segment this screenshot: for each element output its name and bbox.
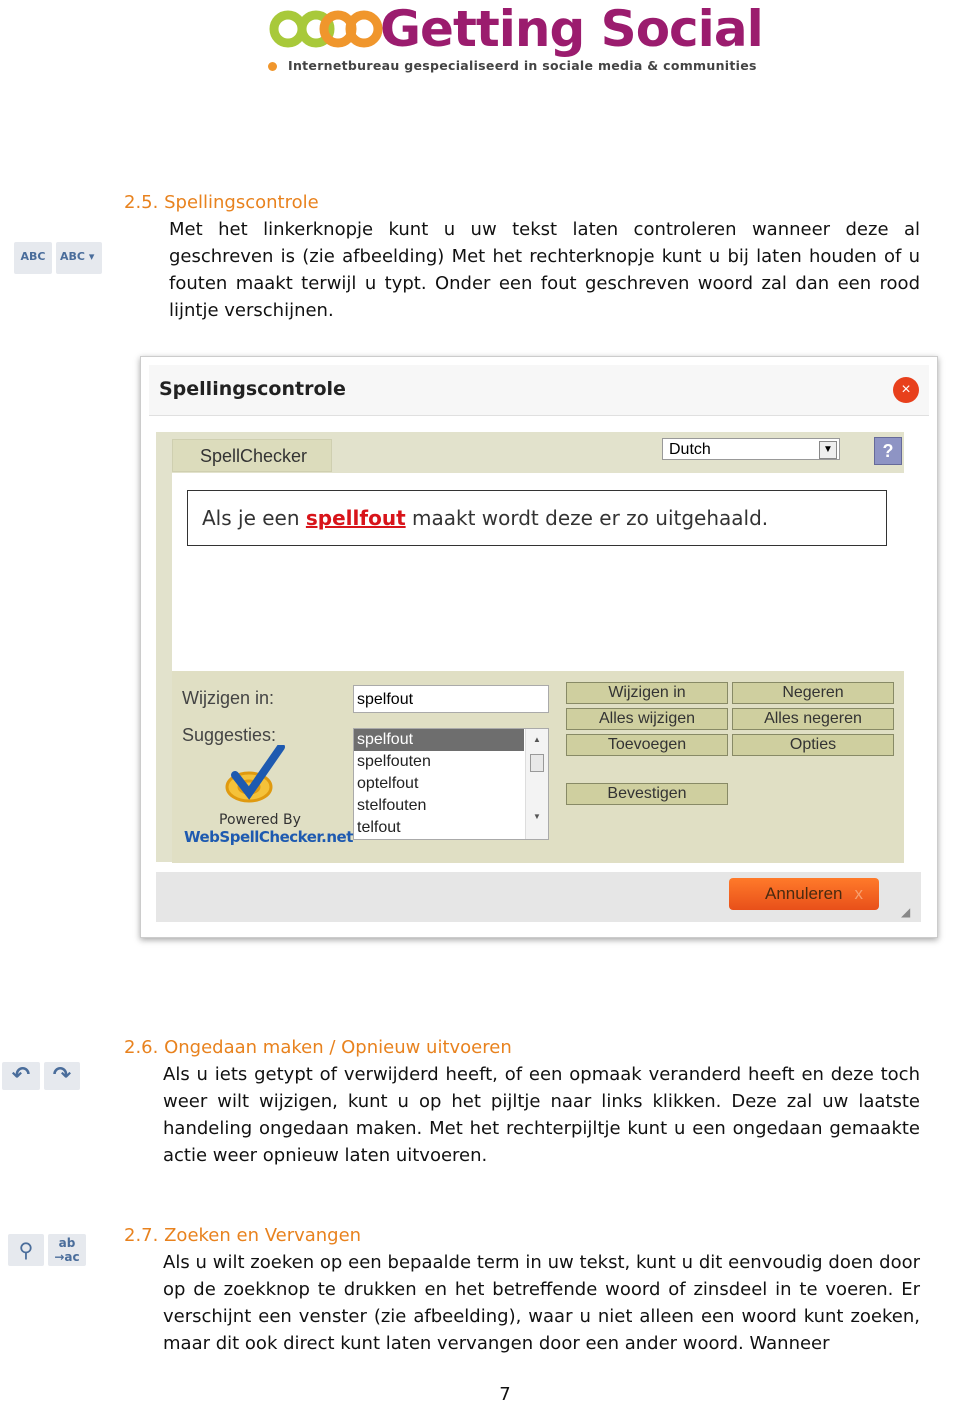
suggestion-item[interactable]: spelfout xyxy=(354,729,524,751)
ignore-button[interactable]: Negeren xyxy=(732,682,894,704)
undo-icon[interactable]: ↶ xyxy=(2,1062,40,1090)
logo-tagline: Internetbureau gespecialiseerd in social… xyxy=(288,58,757,73)
replace-icon[interactable]: ab →ac xyxy=(48,1234,86,1266)
suggestions-list[interactable]: spelfout spelfouten optelfout stelfouten tel… xyxy=(353,728,549,840)
section-number: 2.5. xyxy=(124,192,159,213)
checked-sentence: Als je een spellfout maakt wordt deze er… xyxy=(187,490,887,546)
section-title: Spellingscontrole xyxy=(164,192,319,213)
spellcheck-dropdown-icon: ABC ▾ xyxy=(56,242,102,274)
dialog-titlebar: Spellingscontrole × xyxy=(149,365,929,416)
add-button[interactable]: Toevoegen xyxy=(566,734,728,756)
suggestion-item[interactable]: stelfouten xyxy=(354,795,524,817)
redo-icon[interactable]: ↷ xyxy=(44,1062,80,1090)
spellcheck-dialog: Spellingscontrole × SpellChecker Dutch ▼ … xyxy=(140,356,938,938)
section-heading: 2.6. Ongedaan maken / Opnieuw uitvoeren xyxy=(124,1037,512,1058)
section-number: 2.6. xyxy=(124,1037,159,1058)
change-to-label: Wijzigen in: xyxy=(182,688,275,708)
change-all-button[interactable]: Alles wijzigen xyxy=(566,708,728,730)
checkmark-icon xyxy=(225,743,285,803)
tab-spellchecker[interactable]: SpellChecker xyxy=(172,439,332,472)
language-value: Dutch xyxy=(669,441,711,458)
find-icon[interactable]: ⚲ xyxy=(8,1234,44,1266)
section-number: 2.7. xyxy=(124,1225,159,1246)
scroll-down-icon[interactable]: ▼ xyxy=(526,812,548,821)
options-button[interactable]: Opties xyxy=(732,734,894,756)
scroll-thumb[interactable] xyxy=(530,754,544,772)
document-page: Getting Social Internetbureau gespeciali… xyxy=(0,0,960,1404)
change-button[interactable]: Wijzigen in xyxy=(566,682,728,704)
confirm-button[interactable]: Bevestigen xyxy=(566,783,728,805)
suggestions-label: Suggesties: xyxy=(182,725,277,745)
suggestion-item[interactable]: spelfouten xyxy=(354,751,524,773)
spellcheck-dropdown-label: ABC xyxy=(60,250,85,263)
scroll-up-icon[interactable]: ▲ xyxy=(526,735,548,744)
close-icon[interactable]: × xyxy=(893,377,919,403)
powered-brand: WebSpellChecker.net xyxy=(184,828,353,846)
cancel-button[interactable]: Annuleren x xyxy=(729,878,879,910)
cancel-x-icon: x xyxy=(854,884,864,903)
spellcheck-icon: ABC xyxy=(14,242,52,274)
language-select[interactable]: Dutch ▼ xyxy=(662,438,840,460)
logo-rings-icon xyxy=(269,10,383,48)
logo xyxy=(268,8,388,50)
page-number: 7 xyxy=(499,1384,511,1404)
section-body: Als u wilt zoeken op een bepaalde term i… xyxy=(163,1252,920,1354)
chevron-down-icon[interactable]: ▼ xyxy=(819,441,837,459)
section-heading: 2.7. Zoeken en Vervangen xyxy=(124,1225,361,1246)
logo-dot xyxy=(268,62,277,71)
cancel-label: Annuleren xyxy=(765,884,843,903)
change-to-input[interactable]: spelfout xyxy=(353,685,549,713)
logo-title: Getting Social xyxy=(380,0,764,58)
help-icon[interactable]: ? xyxy=(874,437,902,465)
suggestion-item[interactable]: telfout xyxy=(354,817,524,839)
section-heading: 2.5. Spellingscontrole xyxy=(124,192,319,213)
sentence-before: Als je een xyxy=(202,506,306,530)
ignore-all-button[interactable]: Alles negeren xyxy=(732,708,894,730)
powered-by: Powered By xyxy=(219,812,301,828)
section-title: Zoeken en Vervangen xyxy=(164,1225,362,1246)
sentence-after: maakt wordt deze er zo uitgehaald. xyxy=(405,506,769,530)
section-body: Als u iets getypt of verwijderd heeft, o… xyxy=(163,1064,920,1166)
misspelled-word[interactable]: spellfout xyxy=(306,506,406,530)
section-title: Ongedaan maken / Opnieuw uitvoeren xyxy=(164,1037,512,1058)
section-body: Met het linkerknopje kunt u uw tekst lat… xyxy=(169,219,920,321)
dialog-title: Spellingscontrole xyxy=(159,378,346,400)
scrollbar[interactable]: ▲ ▼ xyxy=(525,729,548,839)
resize-handle-icon[interactable]: ◢ xyxy=(901,905,910,919)
webspellchecker-logo xyxy=(221,743,291,810)
suggestion-item[interactable]: optelfout xyxy=(354,773,524,795)
